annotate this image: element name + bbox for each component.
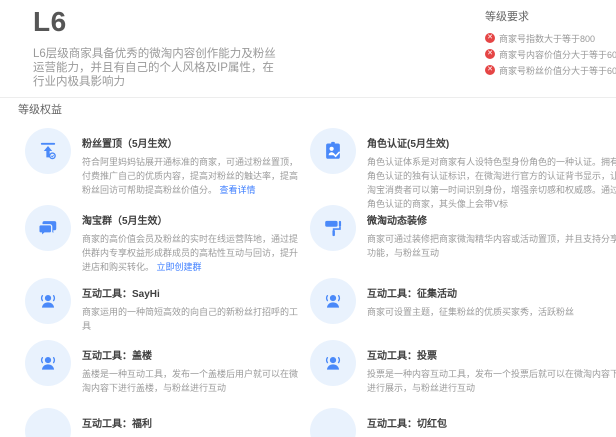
badge-check-icon [310,128,356,174]
benefit-item: 角色认证(5月生效) 角色认证体系是对商家有人设特色型身份角色的一种认证。拥有角… [310,128,616,205]
benefit-description: 角色认证体系是对商家有人设特色型身份角色的一种认证。拥有角色认证的独有认证标识，… [367,157,616,209]
benefit-title: 互动工具：征集活动 [367,285,616,300]
page-title: L6 [33,6,67,38]
benefits-grid: 粉丝置顶（5月生效） 符合阿里妈妈钻展开通标准的商家，可通过粉丝置顶，付费推广自… [25,128,607,437]
chat-bubbles-icon [25,205,71,251]
benefit-description: 符合阿里妈妈钻展开通标准的商家，可通过粉丝置顶，付费推广自己的优质内容，提高对粉… [82,157,298,195]
benefit-title: 淘宝群（5月生效） [82,212,306,227]
level-detail-page: L6 L6层级商家具备优秀的微淘内容创作能力及粉丝运营能力，并且有自己的个人风格… [0,0,616,437]
benefit-title: 互动工具：切红包 [367,415,616,430]
benefit-title: 互动工具：投票 [367,347,616,362]
requirements-header: 等级要求 [485,8,615,24]
divider [0,97,616,98]
benefit-title: 微淘动态装修 [367,212,616,227]
requirements-panel: 等级要求 ✕ 商家号指数大于等于800 ✕ 商家号内容价值分大于等于600 ✕ … [485,8,615,78]
person-broadcast-icon [25,278,71,324]
benefit-description: 商家运用的一种简短高效的向自己的新粉丝打招呼的工具 [82,307,298,331]
benefit-description: 商家可通过装修把商家微淘精华内容或活动置顶，并且支持分享功能，与粉丝互动 [367,234,616,258]
benefit-description: 投票是一种内容互动工具，发布一个投票后就可以在微淘内容下进行展示，与粉丝进行互动 [367,369,616,393]
benefit-link[interactable]: 立即创建群 [157,262,202,272]
benefit-item: 互动工具：SayHi 商家运用的一种简短高效的向自己的新粉丝打招呼的工具 [25,278,310,340]
benefit-title: 粉丝置顶（5月生效） [82,135,306,150]
paint-roller-icon [310,205,356,251]
requirement-item: ✕ 商家号内容价值分大于等于600 [485,46,615,62]
benefit-title: 互动工具：SayHi [82,285,306,300]
benefit-title: 互动工具：盖楼 [82,347,306,362]
person-broadcast-icon [25,340,71,386]
requirements-list: ✕ 商家号指数大于等于800 ✕ 商家号内容价值分大于等于600 ✕ 商家号粉丝… [485,30,615,78]
person-broadcast-icon [310,278,356,324]
benefit-item: 互动工具：盖楼 盖楼是一种互动工具，发布一个盖楼后用户就可以在微淘内容下进行盖楼… [25,340,310,408]
requirement-item: ✕ 商家号粉丝价值分大于等于600 [485,62,615,78]
level-description: L6层级商家具备优秀的微淘内容创作能力及粉丝运营能力，并且有自己的个人风格及IP… [33,47,283,89]
benefit-item: 互动工具：投票 投票是一种内容互动工具，发布一个投票后就可以在微淘内容下进行展示… [310,340,616,408]
benefit-icon-circle [310,408,356,437]
error-x-icon: ✕ [485,65,495,75]
benefit-item: 互动工具：切红包 [310,408,616,437]
error-x-icon: ✕ [485,49,495,59]
person-broadcast-icon [310,340,356,386]
error-x-icon: ✕ [485,33,495,43]
requirement-text: 商家号指数大于等于800 [499,32,595,45]
requirement-text: 商家号粉丝价值分大于等于600 [499,64,616,77]
benefit-item: 淘宝群（5月生效） 商家的高价值会员及粉丝的实时在线运营阵地，通过提供群内专享权… [25,205,310,278]
requirement-text: 商家号内容价值分大于等于600 [499,48,616,61]
benefit-item: 互动工具：福利 [25,408,310,437]
benefit-title: 互动工具：福利 [82,415,306,430]
benefit-item: 互动工具：征集活动 商家可设置主题，征集粉丝的优质买家秀，活跃粉丝 [310,278,616,340]
benefit-link[interactable]: 查看详情 [220,185,256,195]
requirement-item: ✕ 商家号指数大于等于800 [485,30,615,46]
benefit-description: 商家可设置主题，征集粉丝的优质买家秀，活跃粉丝 [367,307,574,317]
pin-top-icon [25,128,71,174]
benefits-header: 等级权益 [18,101,62,117]
benefit-item: 粉丝置顶（5月生效） 符合阿里妈妈钻展开通标准的商家，可通过粉丝置顶，付费推广自… [25,128,310,205]
benefit-title: 角色认证(5月生效) [367,135,616,150]
benefit-item: 微淘动态装修 商家可通过装修把商家微淘精华内容或活动置顶，并且支持分享功能，与粉… [310,205,616,278]
benefit-description: 盖楼是一种互动工具，发布一个盖楼后用户就可以在微淘内容下进行盖楼，与粉丝进行互动 [82,369,298,393]
benefit-icon-circle [25,408,71,437]
